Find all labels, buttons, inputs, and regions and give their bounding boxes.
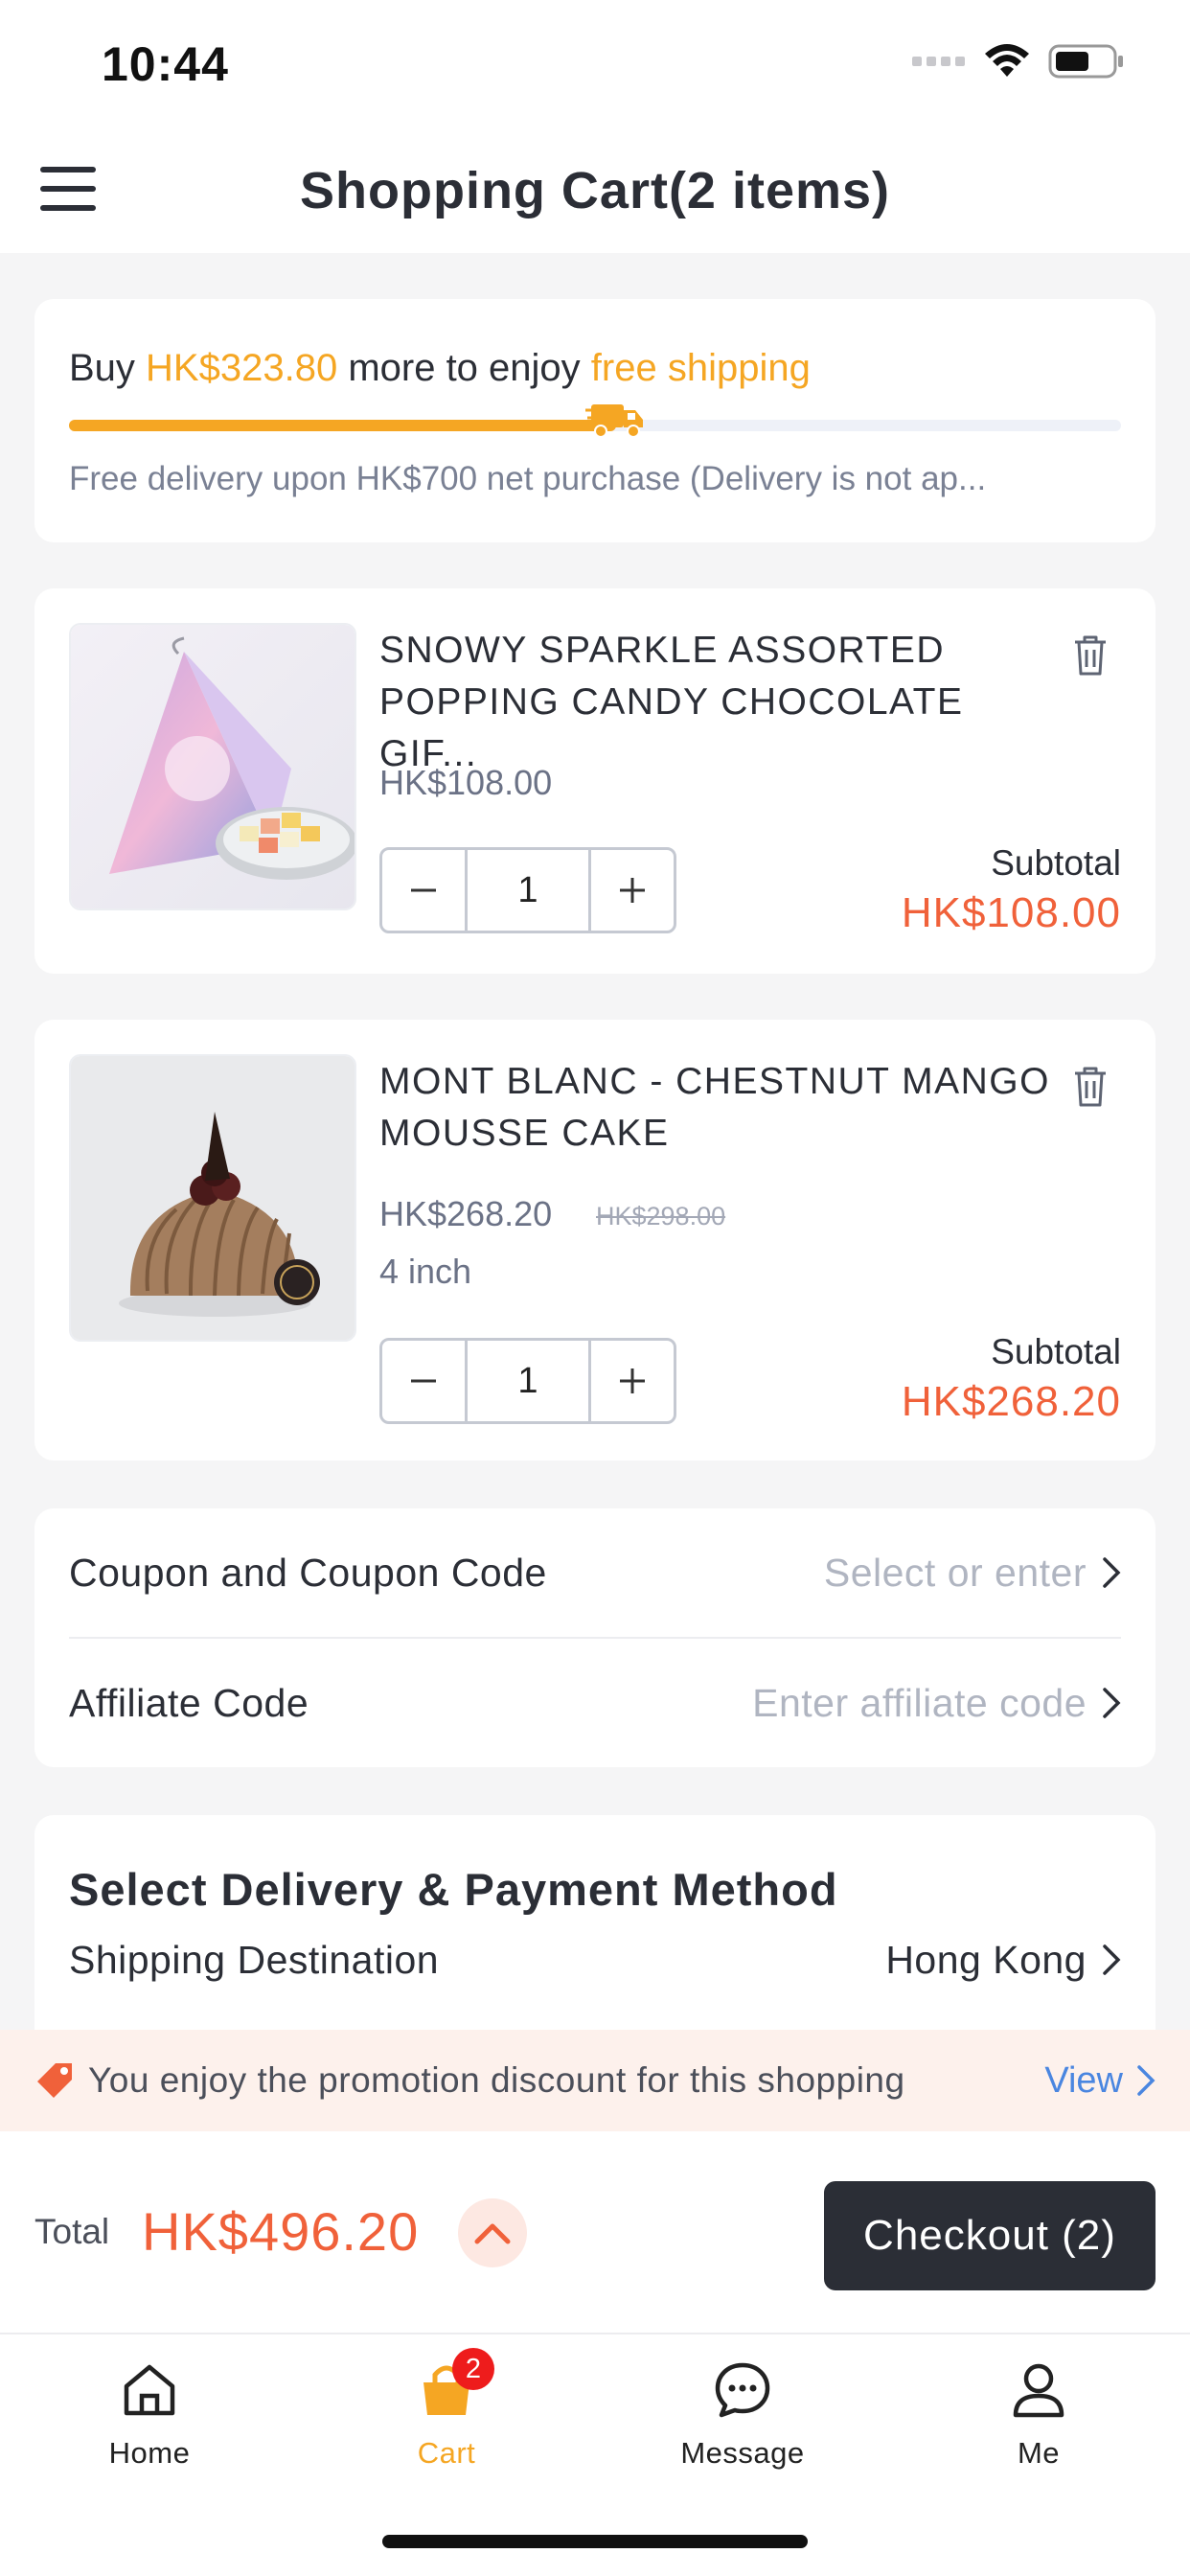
increment-button[interactable] — [591, 1341, 674, 1421]
cart-badge: 2 — [452, 2348, 494, 2390]
wifi-icon — [985, 44, 1029, 77]
free-delivery-note: Free delivery upon HK$700 net purchase (… — [69, 460, 987, 497]
quantity-stepper: 1 — [379, 1338, 676, 1424]
shipping-destination-selector[interactable]: Hong Kong — [885, 1938, 1121, 1983]
coupon-placeholder: Select or enter — [823, 1550, 1087, 1595]
cart-item: MONT BLANC - CHESTNUT MANGO MOUSSE CAKE … — [34, 1020, 1156, 1460]
product-name[interactable]: MONT BLANC - CHESTNUT MANGO MOUSSE CAKE — [379, 1056, 1060, 1160]
shipping-prefix: Buy — [69, 347, 147, 389]
chevron-right-icon — [1103, 1557, 1121, 1588]
delivery-payment-card: Select Delivery & Payment Method Shippin… — [34, 1815, 1156, 2064]
coupon-row[interactable]: Coupon and Coupon Code Select or enter — [69, 1508, 1121, 1637]
plus-icon — [620, 1368, 645, 1393]
tab-me[interactable]: Me — [933, 2352, 1144, 2486]
delivery-truck-icon — [584, 404, 643, 438]
shipping-progress-fill — [69, 420, 616, 431]
subtotal-value: HK$108.00 — [901, 889, 1121, 936]
increment-button[interactable] — [591, 850, 674, 931]
tab-label: Home — [108, 2436, 191, 2470]
minus-icon — [411, 888, 436, 892]
tab-message[interactable]: Message — [637, 2352, 848, 2486]
decrement-button[interactable] — [382, 1341, 465, 1421]
promotion-text: You enjoy the promotion discount for thi… — [88, 2060, 905, 2100]
cart-item: SNOWY SPARKLE ASSORTED POPPING CANDY CHO… — [34, 588, 1156, 974]
tag-icon — [37, 2063, 72, 2098]
affiliate-placeholder: Enter affiliate code — [752, 1680, 1087, 1725]
shipping-destination-label: Shipping Destination — [69, 1937, 440, 1982]
tab-home[interactable]: Home — [44, 2352, 255, 2486]
trash-icon[interactable] — [1069, 1064, 1111, 1110]
expand-summary-button[interactable] — [458, 2198, 527, 2267]
free-shipping-card: Buy HK$323.80 more to enjoy free shippin… — [34, 299, 1156, 542]
navigation-bar: Shopping Cart(2 items) — [0, 125, 1190, 253]
status-indicators — [912, 42, 1125, 80]
quantity-stepper: 1 — [379, 847, 676, 933]
home-indicator — [382, 2535, 808, 2548]
total-amount: HK$496.20 — [142, 2201, 420, 2262]
chevron-right-icon — [1103, 1944, 1121, 1975]
checkout-button[interactable]: Checkout (2) — [824, 2181, 1156, 2290]
trash-icon[interactable] — [1069, 632, 1111, 678]
message-icon — [715, 2362, 770, 2418]
tab-label: Message — [680, 2436, 805, 2470]
product-image[interactable] — [69, 1054, 356, 1342]
tab-label: Me — [1017, 2436, 1061, 2470]
affiliate-label: Affiliate Code — [69, 1680, 309, 1725]
shipping-remaining-amount: HK$323.80 — [146, 347, 338, 389]
subtotal-label: Subtotal — [991, 1332, 1121, 1371]
free-shipping-message: Buy HK$323.80 more to enjoy free shippin… — [69, 347, 811, 390]
plus-icon — [620, 878, 645, 903]
total-label: Total — [34, 2212, 110, 2251]
affiliate-input[interactable]: Enter affiliate code — [752, 1681, 1121, 1726]
person-icon — [1013, 2363, 1064, 2418]
minus-icon — [411, 1379, 436, 1383]
checkout-bar: Total HK$496.20 Checkout (2) — [0, 2131, 1190, 2333]
delivery-section-title: Select Delivery & Payment Method — [69, 1864, 838, 1915]
affiliate-row[interactable]: Affiliate Code Enter affiliate code — [69, 1639, 1121, 1767]
page-title: Shopping Cart(2 items) — [299, 162, 891, 219]
quantity-value[interactable]: 1 — [465, 1341, 591, 1421]
quantity-value[interactable]: 1 — [465, 850, 591, 931]
signal-icon — [912, 57, 965, 66]
subtotal-value: HK$268.20 — [901, 1378, 1121, 1425]
view-label: View — [1044, 2059, 1123, 2101]
shipping-destination-value: Hong Kong — [885, 1937, 1087, 1982]
shipping-middle-text: more to enjoy — [337, 347, 591, 389]
coupon-selector[interactable]: Select or enter — [824, 1551, 1121, 1596]
shipping-progress-bar — [69, 404, 1121, 438]
chevron-right-icon — [1137, 2065, 1156, 2096]
product-price: HK$268.20 — [379, 1194, 553, 1233]
product-price: HK$108.00 — [379, 763, 553, 802]
tab-label: Cart — [417, 2436, 476, 2470]
shipping-destination-row[interactable]: Shipping Destination Hong Kong — [69, 1917, 1121, 2003]
decrement-button[interactable] — [382, 850, 465, 931]
chevron-right-icon — [1103, 1688, 1121, 1718]
promotion-view-link[interactable]: View — [1044, 2060, 1156, 2102]
home-icon — [124, 2364, 175, 2416]
coupon-label: Coupon and Coupon Code — [69, 1550, 547, 1595]
cart-icon: 2 — [416, 2348, 494, 2421]
free-shipping-text: free shipping — [590, 347, 811, 389]
product-variant: 4 inch — [379, 1252, 472, 1291]
battery-icon — [1048, 44, 1123, 79]
original-price: HK$298.00 — [596, 1202, 726, 1230]
status-bar: 10:44 — [0, 0, 1190, 125]
promotion-banner: You enjoy the promotion discount for thi… — [0, 2030, 1190, 2131]
tab-cart[interactable]: 2 Cart — [341, 2348, 552, 2486]
status-time: 10:44 — [102, 37, 229, 91]
product-name[interactable]: SNOWY SPARKLE ASSORTED POPPING CANDY CHO… — [379, 625, 1060, 780]
chevron-up-icon — [474, 2223, 511, 2244]
product-image[interactable] — [69, 623, 356, 910]
subtotal-label: Subtotal — [991, 843, 1121, 883]
codes-card: Coupon and Coupon Code Select or enter A… — [34, 1508, 1156, 1767]
